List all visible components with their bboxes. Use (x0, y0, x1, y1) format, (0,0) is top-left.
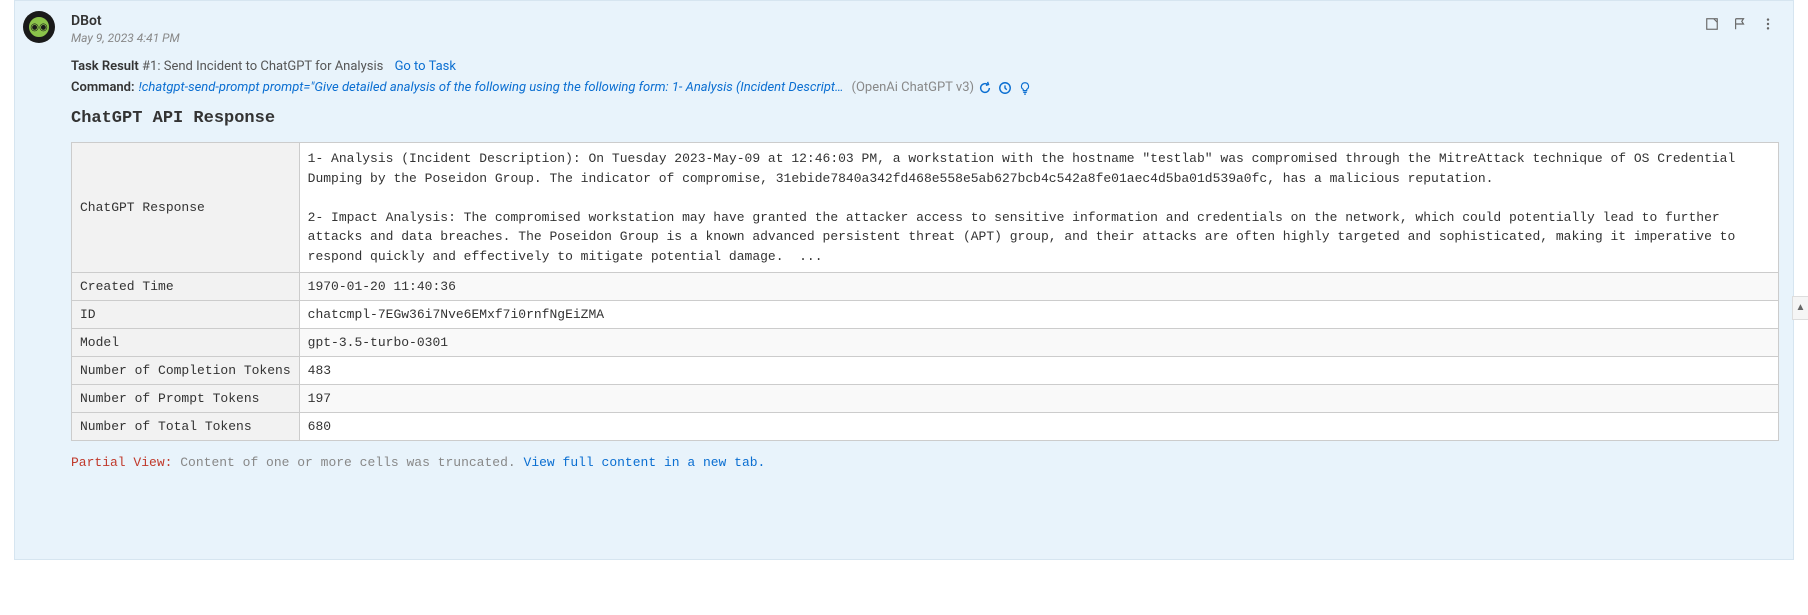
partial-view-message: Content of one or more cells was truncat… (180, 455, 515, 470)
row-value: gpt-3.5-turbo-0301 (299, 329, 1778, 357)
row-key: Number of Completion Tokens (72, 357, 300, 385)
command-label: Command: (71, 80, 135, 95)
row-key: Model (72, 329, 300, 357)
command-row: Command: !chatgpt-send-prompt prompt="Gi… (71, 80, 1779, 95)
row-value: 483 (299, 357, 1778, 385)
command-source: (OpenAi ChatGPT v3) (852, 80, 975, 95)
clock-icon[interactable] (998, 81, 1012, 95)
note-icon[interactable] (1705, 17, 1719, 31)
command-text: !chatgpt-send-prompt prompt="Give detail… (139, 80, 844, 95)
rerun-icon[interactable] (978, 81, 992, 95)
row-key: ID (72, 301, 300, 329)
row-key: Number of Total Tokens (72, 413, 300, 441)
view-full-content-link[interactable]: View full content in a new tab. (524, 455, 766, 470)
dbot-icon: ◉◉ (28, 16, 50, 38)
more-icon[interactable] (1761, 17, 1775, 31)
table-row: Created Time 1970-01-20 11:40:36 (72, 273, 1779, 301)
row-value: 680 (299, 413, 1778, 441)
row-value: 197 (299, 385, 1778, 413)
row-value: chatcmpl-7EGw36i7Nve6EMxf7i0rnfNgEiZMA (299, 301, 1778, 329)
war-room-entry: ◉◉ DBot May 9, 2023 4:41 PM Task Result … (14, 0, 1794, 560)
row-key: Number of Prompt Tokens (72, 385, 300, 413)
row-value: 1- Analysis (Incident Description): On T… (299, 143, 1778, 273)
go-to-task-link[interactable]: Go to Task (395, 59, 456, 74)
row-key: ChatGPT Response (72, 143, 300, 273)
entry-timestamp: May 9, 2023 4:41 PM (71, 31, 180, 45)
partial-view-notice: Partial View: Content of one or more cel… (71, 455, 1779, 470)
table-row: ChatGPT Response 1- Analysis (Incident D… (72, 143, 1779, 273)
task-name: Send Incident to ChatGPT for Analysis (164, 59, 384, 74)
task-number: #1: (142, 59, 160, 74)
table-row: Number of Prompt Tokens 197 (72, 385, 1779, 413)
table-row: ID chatcmpl-7EGw36i7Nve6EMxf7i0rnfNgEiZM… (72, 301, 1779, 329)
flag-icon[interactable] (1733, 17, 1747, 31)
task-result-label: Task Result (71, 59, 139, 74)
partial-view-label: Partial View: (71, 455, 172, 470)
table-row: Model gpt-3.5-turbo-0301 (72, 329, 1779, 357)
table-row: Number of Completion Tokens 483 (72, 357, 1779, 385)
entry-action-icons (1705, 17, 1775, 31)
table-row: Number of Total Tokens 680 (72, 413, 1779, 441)
task-result-row: Task Result #1: Send Incident to ChatGPT… (71, 59, 1779, 74)
response-table: ChatGPT Response 1- Analysis (Incident D… (71, 142, 1779, 441)
scroll-up-arrow[interactable]: ▲ (1792, 296, 1808, 320)
entry-header: DBot May 9, 2023 4:41 PM (71, 13, 1779, 45)
row-value: 1970-01-20 11:40:36 (299, 273, 1778, 301)
row-key: Created Time (72, 273, 300, 301)
author-name: DBot (71, 13, 180, 29)
avatar: ◉◉ (23, 11, 55, 43)
lightbulb-icon[interactable] (1018, 81, 1032, 95)
response-section-title: ChatGPT API Response (71, 109, 1779, 128)
